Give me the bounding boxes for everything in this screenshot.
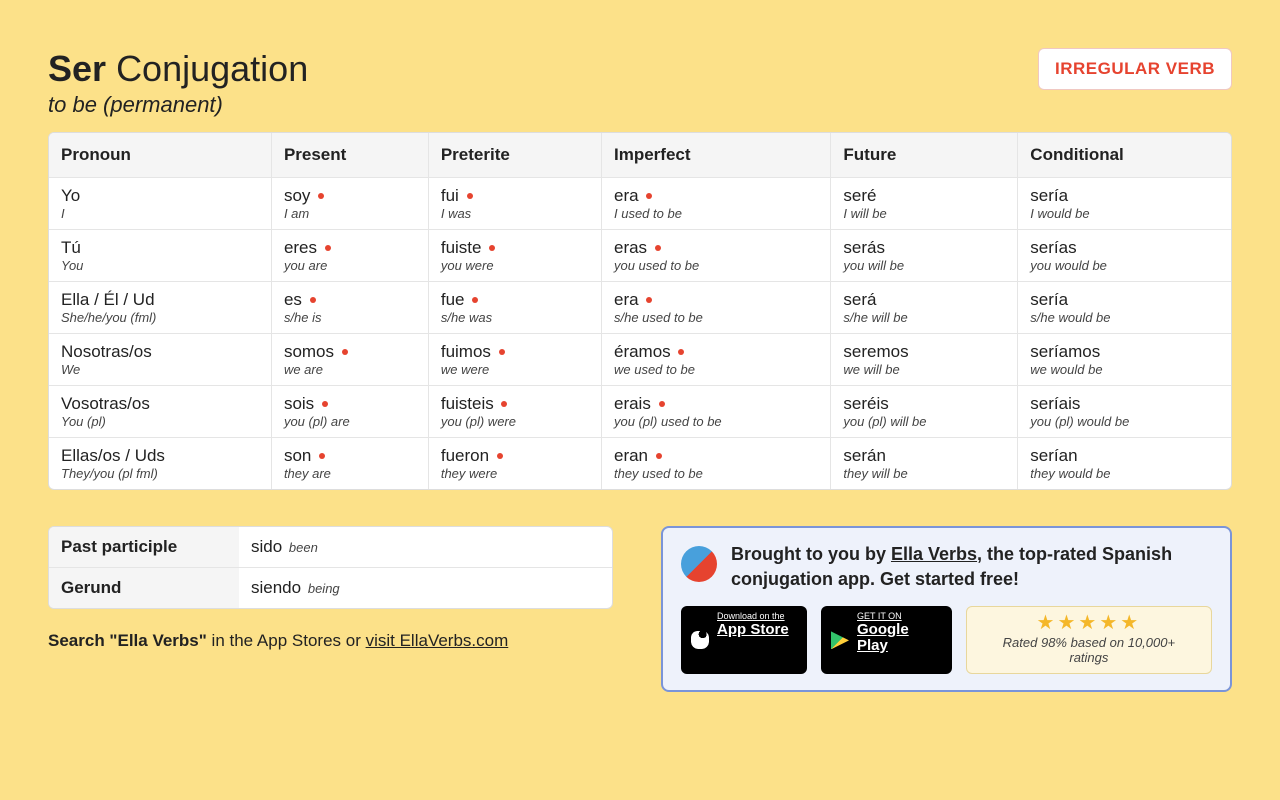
form-cell: éramos we used to be <box>602 334 831 386</box>
star-icons: ★★★★★ <box>989 613 1189 633</box>
col-pronoun: Pronoun <box>49 133 272 178</box>
form-cell: sois you (pl) are <box>272 386 429 438</box>
form-cell: seríanthey would be <box>1018 438 1231 489</box>
col-future: Future <box>831 133 1018 178</box>
irregular-dot-icon <box>659 401 665 407</box>
google-play-button[interactable]: GET IT ON Google Play <box>821 606 952 674</box>
form-cell: seréI will be <box>831 178 1018 230</box>
title-rest: Conjugation <box>116 48 308 89</box>
form-cell: eres you are <box>272 230 429 282</box>
form-cell: era I used to be <box>602 178 831 230</box>
pronoun-cell: Ellas/os / UdsThey/you (pl fml) <box>49 438 272 489</box>
irregular-dot-icon <box>342 349 348 355</box>
irregular-dot-icon <box>472 297 478 303</box>
ella-verbs-icon <box>681 546 717 582</box>
table-row: Ella / Él / UdShe/he/you (fml)es s/he is… <box>49 282 1231 334</box>
rating-text: Rated 98% based on 10,000+ ratings <box>989 635 1189 665</box>
app-store-button[interactable]: Download on the App Store <box>681 606 807 674</box>
form-cell: seremoswe will be <box>831 334 1018 386</box>
pronoun-cell: Ella / Él / UdShe/he/you (fml) <box>49 282 272 334</box>
pronoun-cell: Vosotras/osYou (pl) <box>49 386 272 438</box>
ella-verbs-link[interactable]: Ella Verbs <box>891 544 977 564</box>
search-line: Search "Ella Verbs" in the App Stores or… <box>48 631 613 651</box>
form-cell: seríamoswe would be <box>1018 334 1231 386</box>
irregular-dot-icon <box>646 193 652 199</box>
form-cell: era s/he used to be <box>602 282 831 334</box>
form-cell: eras you used to be <box>602 230 831 282</box>
irregular-dot-icon <box>646 297 652 303</box>
gerund-value: siendo being <box>239 568 612 608</box>
form-cell: seránthey will be <box>831 438 1018 489</box>
irregular-dot-icon <box>467 193 473 199</box>
form-cell: fui I was <box>429 178 602 230</box>
subtitle: to be (permanent) <box>48 92 308 118</box>
form-cell: fuisteis you (pl) were <box>429 386 602 438</box>
irregular-dot-icon <box>499 349 505 355</box>
promo-box: Brought to you by Ella Verbs, the top-ra… <box>661 526 1232 692</box>
form-cell: eran they used to be <box>602 438 831 489</box>
form-cell: seríasyou would be <box>1018 230 1231 282</box>
irregular-dot-icon <box>501 401 507 407</box>
pronoun-cell: TúYou <box>49 230 272 282</box>
form-cell: somos we are <box>272 334 429 386</box>
irregular-dot-icon <box>489 245 495 251</box>
verb-name: Ser <box>48 48 106 89</box>
form-cell: seréisyou (pl) will be <box>831 386 1018 438</box>
irregular-dot-icon <box>322 401 328 407</box>
irregular-dot-icon <box>497 453 503 459</box>
form-cell: serás/he will be <box>831 282 1018 334</box>
past-participle-label: Past participle <box>49 527 239 568</box>
pronoun-cell: Nosotras/osWe <box>49 334 272 386</box>
form-cell: son they are <box>272 438 429 489</box>
irregular-dot-icon <box>310 297 316 303</box>
visit-link[interactable]: visit EllaVerbs.com <box>366 631 509 650</box>
form-cell: es s/he is <box>272 282 429 334</box>
past-participle-value: sido been <box>239 527 612 568</box>
col-imperfect: Imperfect <box>602 133 831 178</box>
form-cell: fueron they were <box>429 438 602 489</box>
rating-box: ★★★★★ Rated 98% based on 10,000+ ratings <box>966 606 1212 674</box>
irregular-dot-icon <box>656 453 662 459</box>
form-cell: fue s/he was <box>429 282 602 334</box>
irregular-dot-icon <box>319 453 325 459</box>
table-row: Ellas/os / UdsThey/you (pl fml)son they … <box>49 438 1231 489</box>
col-conditional: Conditional <box>1018 133 1231 178</box>
irregular-badge: IRREGULAR VERB <box>1038 48 1232 90</box>
form-cell: fuiste you were <box>429 230 602 282</box>
pronoun-cell: YoI <box>49 178 272 230</box>
participle-table: Past participle sido been Gerund siendo … <box>48 526 613 609</box>
irregular-dot-icon <box>655 245 661 251</box>
form-cell: serías/he would be <box>1018 282 1231 334</box>
table-row: Nosotras/osWesomos we arefuimos we wereé… <box>49 334 1231 386</box>
irregular-dot-icon <box>318 193 324 199</box>
table-row: TúYoueres you arefuiste you wereeras you… <box>49 230 1231 282</box>
promo-text: Brought to you by Ella Verbs, the top-ra… <box>731 542 1212 592</box>
col-preterite: Preterite <box>429 133 602 178</box>
irregular-dot-icon <box>678 349 684 355</box>
col-present: Present <box>272 133 429 178</box>
table-row: YoIsoy I amfui I wasera I used to beseré… <box>49 178 1231 230</box>
form-cell: serásyou will be <box>831 230 1018 282</box>
gerund-label: Gerund <box>49 568 239 608</box>
page-title: Ser Conjugation <box>48 48 308 90</box>
form-cell: soy I am <box>272 178 429 230</box>
form-cell: seríaI would be <box>1018 178 1231 230</box>
form-cell: fuimos we were <box>429 334 602 386</box>
irregular-dot-icon <box>325 245 331 251</box>
table-row: Vosotras/osYou (pl)sois you (pl) arefuis… <box>49 386 1231 438</box>
conjugation-table: PronounPresentPreteriteImperfectFutureCo… <box>48 132 1232 490</box>
form-cell: erais you (pl) used to be <box>602 386 831 438</box>
form-cell: seríaisyou (pl) would be <box>1018 386 1231 438</box>
